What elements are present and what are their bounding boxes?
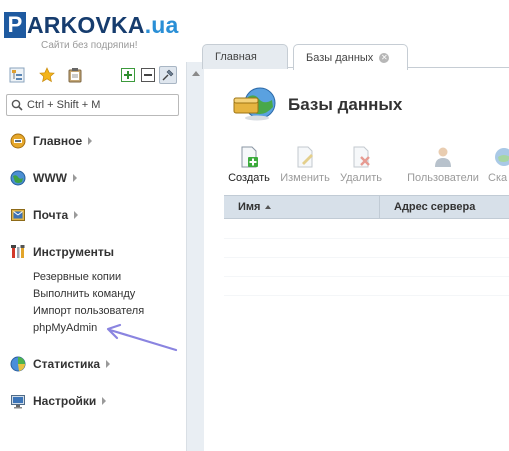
collapse-up-icon[interactable] xyxy=(192,71,200,76)
sidebar-subitem-import-user[interactable]: Импорт пользователя xyxy=(33,305,144,317)
expand-plus-icon[interactable] xyxy=(119,66,137,84)
edit-button-label: Изменить xyxy=(280,172,330,184)
sidebar-label-mail: Почта xyxy=(33,208,69,222)
sidebar-item-mail[interactable]: Почта xyxy=(10,206,79,224)
download-icon xyxy=(495,148,509,166)
table-row[interactable] xyxy=(224,221,509,239)
close-icon[interactable]: ✕ xyxy=(379,52,390,63)
database-globe-icon xyxy=(233,87,276,121)
search-input[interactable] xyxy=(27,99,172,111)
sidebar-subitem-run-command[interactable]: Выполнить команду xyxy=(33,288,135,300)
column-header-name[interactable]: Имя xyxy=(224,196,380,218)
tools-icon xyxy=(10,244,26,260)
users-button[interactable]: Пользователи xyxy=(407,145,479,184)
search-icon xyxy=(11,99,23,111)
logo-text: ARKOVKA.ua xyxy=(27,12,179,39)
sidebar-subitem-backups[interactable]: Резервные копии xyxy=(33,271,121,283)
sidebar-item-stats[interactable]: Статистика xyxy=(10,355,111,373)
sidebar-item-www[interactable]: WWW xyxy=(10,169,77,187)
site-logo[interactable]: P ARKOVKA.ua xyxy=(4,10,179,40)
pin-icon[interactable] xyxy=(159,66,177,84)
tab-home[interactable]: Главная xyxy=(202,44,288,69)
create-button-label: Создать xyxy=(228,172,270,184)
table-row[interactable] xyxy=(224,240,509,258)
home-icon xyxy=(10,133,26,149)
tab-databases-label: Базы данных xyxy=(306,51,374,64)
delete-icon xyxy=(353,146,370,168)
sidebar-label-tools: Инструменты xyxy=(33,245,115,259)
mail-icon xyxy=(10,207,26,223)
download-button-label: Ска xyxy=(488,172,508,184)
edit-button[interactable]: Изменить xyxy=(279,145,331,184)
edit-icon xyxy=(297,146,313,168)
collapse-minus-icon[interactable] xyxy=(139,66,157,84)
page-title: Базы данных xyxy=(288,95,403,114)
table-row[interactable] xyxy=(224,259,509,277)
delete-button-label: Удалить xyxy=(340,172,382,184)
sidebar-item-settings[interactable]: Настройки xyxy=(10,392,107,410)
chevron-right-icon xyxy=(72,174,77,182)
users-icon xyxy=(435,147,451,167)
globe-icon xyxy=(10,170,26,186)
tree-icon[interactable] xyxy=(8,66,26,84)
star-icon[interactable] xyxy=(38,66,56,84)
table-row[interactable] xyxy=(224,278,509,296)
delete-button[interactable]: Удалить xyxy=(339,145,383,184)
tab-home-label: Главная xyxy=(215,51,257,63)
stats-icon xyxy=(10,356,26,372)
sidebar-item-tools[interactable]: Инструменты xyxy=(10,243,114,261)
clipboard-icon[interactable] xyxy=(66,66,84,84)
users-button-label: Пользователи xyxy=(407,172,479,184)
sidebar-toolbar xyxy=(8,66,180,86)
chevron-right-icon xyxy=(74,211,79,219)
sidebar-item-main[interactable]: Главное xyxy=(10,132,93,150)
settings-icon xyxy=(10,393,26,409)
search-box[interactable] xyxy=(6,94,179,116)
sidebar-label-settings: Настройки xyxy=(33,394,97,408)
annotation-arrow xyxy=(106,323,178,352)
sidebar-label-main: Главное xyxy=(33,134,83,148)
chevron-right-icon xyxy=(88,137,93,145)
column-header-server[interactable]: Адрес сервера xyxy=(380,196,475,218)
download-button[interactable]: Ска xyxy=(488,145,509,184)
sort-asc-icon xyxy=(265,205,272,209)
sidebar-label-www: WWW xyxy=(33,171,67,185)
sidebar-splitter[interactable] xyxy=(186,62,204,451)
chevron-right-icon xyxy=(106,360,111,368)
column-header-server-label: Адрес сервера xyxy=(394,201,476,213)
tab-databases[interactable]: Базы данных ✕ xyxy=(293,44,408,70)
sidebar-subitem-phpmyadmin[interactable]: phpMyAdmin xyxy=(33,322,97,334)
column-header-name-label: Имя xyxy=(238,201,261,213)
logo-letter: P xyxy=(4,12,26,38)
chevron-right-icon xyxy=(102,397,107,405)
create-db-icon xyxy=(241,146,258,168)
tagline: Сайти без подряпин! xyxy=(41,40,138,51)
tab-bar: Главная Базы данных ✕ xyxy=(202,44,509,70)
sidebar-label-stats: Статистика xyxy=(33,357,101,371)
table-header: Имя Адрес сервера xyxy=(224,195,509,219)
create-button[interactable]: Создать xyxy=(228,145,270,184)
logo-main-text: ARKOVKA xyxy=(27,11,145,38)
logo-tld: .ua xyxy=(144,11,179,38)
